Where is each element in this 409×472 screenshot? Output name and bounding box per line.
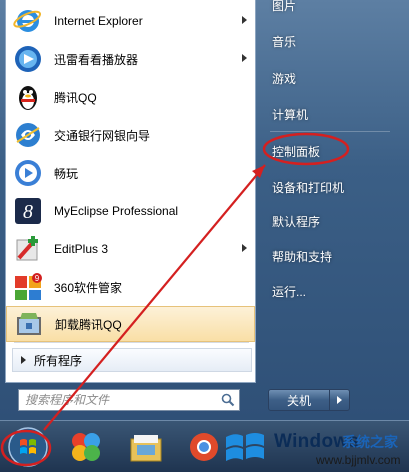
bank-guide-icon [12, 119, 44, 151]
program-internet-explorer[interactable]: Internet Explorer [6, 3, 255, 39]
program-uninstall-qq[interactable]: 卸载腾讯QQ [6, 306, 255, 342]
program-xunlei-player[interactable]: 迅雷看看播放器 [6, 41, 255, 77]
search-box[interactable] [18, 389, 240, 411]
right-item-run[interactable]: 运行... [264, 278, 400, 304]
chevron-right-icon [337, 396, 342, 404]
360-software-manager-icon: 9 [12, 271, 44, 303]
all-programs-button[interactable]: 所有程序 [12, 348, 252, 372]
program-label: 360软件管家 [54, 280, 123, 295]
program-label: MyEclipse Professional [54, 204, 179, 218]
right-item-label: 图片 [272, 0, 297, 13]
uninstall-icon [13, 308, 45, 340]
folder-icon [130, 435, 162, 462]
right-item-label: 运行... [272, 284, 307, 299]
taskbar-app-pinwheel[interactable] [60, 425, 112, 469]
right-item-control-panel[interactable]: 控制面板 [264, 138, 400, 164]
watermark-subtitle: 系统之家 [342, 434, 398, 450]
right-item-label: 设备和打印机 [272, 180, 345, 195]
right-item-computer[interactable]: 计算机 [264, 101, 400, 127]
program-editplus[interactable]: EditPlus 3 [6, 231, 255, 267]
program-label: EditPlus 3 [54, 242, 109, 256]
search-input[interactable] [19, 391, 221, 409]
right-item-devices-printers[interactable]: 设备和打印机 [264, 174, 400, 200]
start-menu: Internet Explorer 迅雷看看播放器 腾讯QQ 交通银行网银向导 [0, 0, 409, 420]
right-item-label: 计算机 [272, 107, 309, 122]
program-label: 迅雷看看播放器 [54, 52, 139, 67]
program-changwan[interactable]: 畅玩 [6, 155, 255, 191]
right-item-default-programs[interactable]: 默认程序 [264, 208, 400, 234]
right-pane: 图片 音乐 游戏 计算机 控制面板 设备和打印机 默认程序 帮助和支持 运行..… [258, 0, 409, 383]
program-qq[interactable]: 腾讯QQ [6, 79, 255, 115]
shutdown-options-button[interactable] [330, 389, 350, 411]
chevron-right-icon [21, 356, 26, 364]
svg-text:8: 8 [23, 201, 33, 223]
changwan-icon [12, 157, 44, 189]
search-icon[interactable] [221, 393, 235, 407]
shutdown-group: 关机 [268, 389, 352, 411]
windows-logo-icon [226, 433, 264, 461]
xunlei-player-icon [12, 43, 44, 75]
watermark-url: www.bjjmlv.com [316, 453, 401, 467]
watermark: Windows 系统之家 www.bjjmlv.com [216, 425, 409, 471]
svg-text:9: 9 [35, 274, 40, 283]
right-item-label: 音乐 [272, 34, 297, 49]
program-myeclipse[interactable]: 8 MyEclipse Professional [6, 193, 255, 229]
right-item-label: 帮助和支持 [272, 249, 333, 264]
right-separator [270, 131, 390, 132]
program-label: 畅玩 [54, 166, 79, 181]
start-button[interactable] [2, 425, 54, 469]
right-item-label: 控制面板 [272, 144, 321, 159]
shutdown-button[interactable]: 关机 [268, 389, 330, 411]
programs-pane: Internet Explorer 迅雷看看播放器 腾讯QQ 交通银行网银向导 [5, 0, 256, 383]
pinwheel-icon [72, 433, 100, 461]
right-item-music[interactable]: 音乐 [264, 28, 400, 54]
qq-penguin-icon [12, 81, 44, 113]
all-programs-label: 所有程序 [34, 353, 83, 368]
internet-explorer-icon [12, 5, 44, 37]
right-item-pictures[interactable]: 图片 [264, 0, 400, 18]
windows-orb-icon [8, 427, 48, 467]
submenu-arrow-icon[interactable] [242, 244, 247, 252]
right-item-label: 默认程序 [272, 214, 321, 229]
programs-divider [14, 342, 249, 343]
editplus-icon [12, 233, 44, 265]
submenu-arrow-icon[interactable] [242, 54, 247, 62]
program-bank-guide[interactable]: 交通银行网银向导 [6, 117, 255, 153]
program-label: 交通银行网银向导 [54, 128, 151, 143]
right-item-games[interactable]: 游戏 [264, 65, 400, 91]
myeclipse-icon: 8 [12, 195, 44, 227]
submenu-arrow-icon[interactable] [242, 16, 247, 24]
program-label: Internet Explorer [54, 14, 143, 28]
program-label: 腾讯QQ [54, 90, 97, 105]
program-360-manager[interactable]: 9 360软件管家 [6, 269, 255, 305]
taskbar-app-explorer[interactable] [120, 425, 172, 469]
program-label: 卸载腾讯QQ [55, 317, 122, 332]
right-item-label: 游戏 [272, 71, 297, 86]
right-item-help-support[interactable]: 帮助和支持 [264, 243, 400, 269]
